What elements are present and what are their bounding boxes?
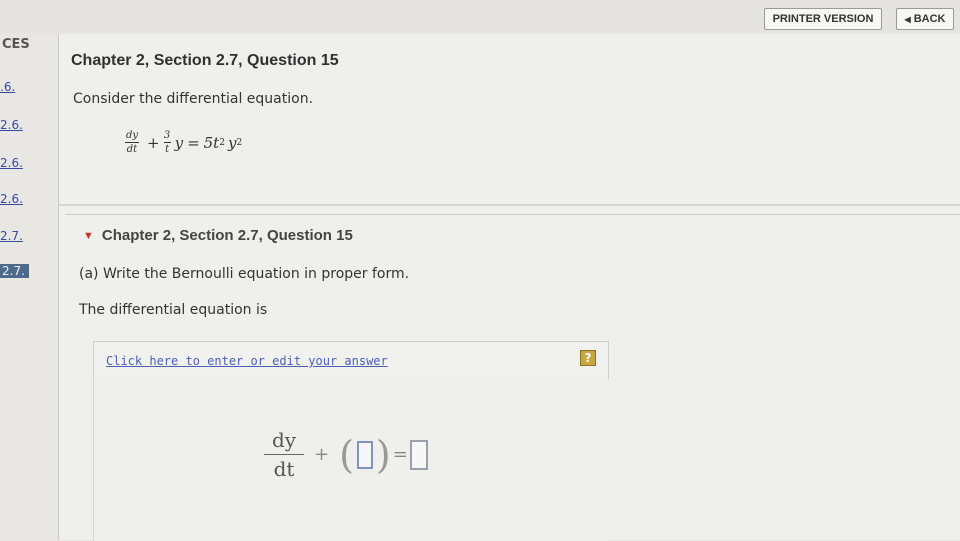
differential-equation: dy dt + 3 t y = 5t 2 y2 — [125, 130, 243, 155]
answer-dy-dt-fraction: dy dt — [264, 429, 304, 480]
part-a-instruction: (a) Write the Bernoulli equation in prop… — [79, 266, 410, 282]
question-prompt: Consider the differential equation. — [73, 91, 314, 107]
answer-box: Click here to enter or edit your answer … — [93, 341, 609, 379]
top-bar: PRINTER VERSION ◀ BACK — [0, 0, 960, 34]
back-arrow-icon: ◀ — [904, 14, 911, 24]
sidebar-item[interactable]: .6. — [0, 80, 15, 94]
answer-work-area: dy dt + ( ) = — [93, 377, 608, 541]
sidebar-heading: CES — [2, 37, 30, 52]
sidebar-item[interactable]: 2.6. — [0, 156, 23, 170]
sidebar: CES .6. 2.6. 2.6. 2.6. 2.7. 2.7. — [0, 34, 56, 540]
question-title: Chapter 2, Section 2.7, Question 15 — [71, 52, 339, 69]
sidebar-item[interactable]: 2.6. — [0, 118, 23, 132]
dy-dt-fraction: dy dt — [125, 130, 139, 155]
sidebar-item-active[interactable]: 2.7. — [0, 264, 29, 278]
question-panel: Chapter 2, Section 2.7, Question 15 Cons… — [59, 34, 960, 206]
enter-answer-link[interactable]: Click here to enter or edit your answer — [106, 354, 388, 368]
main-content: Chapter 2, Section 2.7, Question 15 Cons… — [58, 34, 960, 541]
part-intro-text: The differential equation is — [79, 302, 268, 318]
collapse-triangle-icon: ▼ — [83, 229, 94, 242]
coefficient-fraction: 3 t — [163, 130, 171, 155]
help-icon[interactable]: ? — [580, 350, 596, 366]
back-button[interactable]: ◀ BACK — [896, 8, 954, 30]
sidebar-item[interactable]: 2.6. — [0, 192, 23, 206]
printer-version-button[interactable]: PRINTER VERSION — [764, 8, 882, 30]
part-panel: ▼ Chapter 2, Section 2.7, Question 15 (a… — [65, 214, 960, 541]
part-title-toggle[interactable]: ▼ Chapter 2, Section 2.7, Question 15 — [83, 227, 353, 244]
answer-equation: dy dt + ( ) = — [264, 429, 428, 480]
coefficient-input-slot[interactable] — [356, 440, 373, 469]
sidebar-item[interactable]: 2.7. — [0, 229, 23, 243]
rhs-input-slot[interactable] — [409, 439, 428, 470]
back-label: BACK — [913, 13, 946, 25]
